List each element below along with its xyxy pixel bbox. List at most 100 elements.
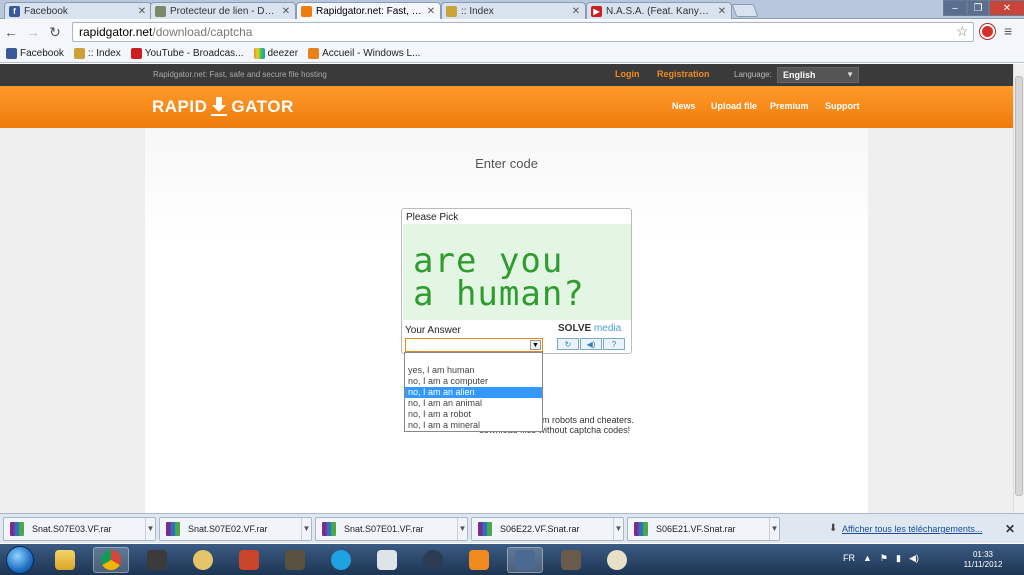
chevron-down-icon[interactable]: ▼ bbox=[613, 518, 623, 540]
clock[interactable]: 01:33 11/11/2012 bbox=[958, 550, 1008, 570]
chevron-down-icon[interactable]: ▼ bbox=[145, 518, 155, 540]
captcha-widget: Please Pick are you a human? Your Answer… bbox=[401, 208, 632, 354]
maximize-icon[interactable]: ❐ bbox=[967, 0, 989, 16]
site-header: RAPID GATOR News Upload file Premium Sup… bbox=[0, 86, 1013, 128]
registration-link[interactable]: Registration bbox=[657, 69, 710, 79]
reload-icon[interactable]: ↻ bbox=[44, 21, 66, 43]
language-label: Language: bbox=[734, 70, 772, 79]
taskbar-game-3[interactable] bbox=[553, 547, 589, 573]
option-animal[interactable]: no, I am an animal bbox=[405, 398, 542, 409]
bookmark-windows-live[interactable]: Accueil - Windows L... bbox=[308, 47, 420, 59]
tab-protecteur[interactable]: Protecteur de lien - DL-Pr ✕ bbox=[150, 2, 296, 19]
adblock-icon[interactable] bbox=[980, 24, 995, 39]
bookmark-youtube[interactable]: YouTube - Broadcas... bbox=[130, 47, 244, 59]
address-bar[interactable]: rapidgator.net/download/captcha bbox=[72, 22, 974, 42]
download-item[interactable]: Snat.S07E01.VF.rar ▼ bbox=[315, 517, 468, 541]
close-window-icon[interactable]: ✕ bbox=[989, 0, 1024, 16]
flag-icon[interactable]: ⚑ bbox=[880, 553, 888, 564]
show-all-downloads-link[interactable]: Afficher tous les téléchargements... bbox=[842, 524, 982, 534]
tab-index[interactable]: :: Index ✕ bbox=[441, 2, 586, 19]
taskbar-skype[interactable] bbox=[323, 547, 359, 573]
captcha-line-2: a human? bbox=[413, 274, 585, 314]
download-arrow-icon: ⬇ bbox=[829, 523, 838, 534]
option-robot[interactable]: no, I am a robot bbox=[405, 409, 542, 420]
taskbar-briefcase[interactable] bbox=[231, 547, 267, 573]
tab-label: :: Index bbox=[461, 5, 494, 17]
close-tab-icon[interactable]: ✕ bbox=[571, 6, 581, 17]
taskbar-fallout[interactable] bbox=[185, 547, 221, 573]
facebook-icon: f bbox=[9, 5, 20, 17]
taskbar-app[interactable] bbox=[369, 547, 405, 573]
scrollbar-thumb[interactable] bbox=[1015, 76, 1023, 496]
volume-icon[interactable]: ◀) bbox=[909, 553, 919, 564]
captcha-controls: ↻ ◀) ? bbox=[557, 338, 625, 350]
close-tab-icon[interactable]: ✕ bbox=[426, 6, 436, 17]
taskbar-game[interactable] bbox=[139, 547, 175, 573]
site-tagline: Rapidgator.net: Fast, safe and secure fi… bbox=[153, 70, 327, 79]
option-alien[interactable]: no, I am an alien bbox=[405, 387, 542, 398]
download-item[interactable]: S06E21.VF.Snat.rar ▼ bbox=[627, 517, 780, 541]
start-button[interactable] bbox=[6, 546, 34, 574]
taskbar-window[interactable] bbox=[507, 547, 543, 573]
chevron-up-icon[interactable]: ▲ bbox=[863, 553, 872, 564]
new-tab-button[interactable] bbox=[731, 4, 759, 17]
network-icon[interactable]: ▮ bbox=[896, 553, 901, 564]
facebook-icon bbox=[6, 47, 17, 59]
nav-news[interactable]: News bbox=[672, 101, 696, 111]
bookmark-star-icon[interactable]: ☆ bbox=[956, 23, 969, 40]
chevron-down-icon[interactable]: ▼ bbox=[301, 518, 311, 540]
option-mineral[interactable]: no, I am a mineral bbox=[405, 420, 542, 431]
download-item[interactable]: S06E22.VF.Snat.rar ▼ bbox=[471, 517, 624, 541]
taskbar-game-2[interactable] bbox=[277, 547, 313, 573]
nav-upload-file[interactable]: Upload file bbox=[711, 101, 757, 111]
windows-taskbar: FR ▲ ⚑ ▮ ◀) 01:33 11/11/2012 bbox=[0, 544, 1024, 575]
close-tab-icon[interactable]: ✕ bbox=[137, 6, 147, 17]
solvemedia-logo: SOLVE media bbox=[558, 323, 622, 334]
close-tab-icon[interactable]: ✕ bbox=[281, 6, 291, 17]
option-human[interactable]: yes, I am human bbox=[405, 365, 542, 376]
partial-text: om robots and cheaters. bbox=[537, 415, 635, 425]
nav-support[interactable]: Support bbox=[825, 101, 860, 111]
tab-label: Rapidgator.net: Fast, safe bbox=[316, 5, 422, 17]
site-logo[interactable]: RAPID GATOR bbox=[152, 97, 294, 117]
language-indicator[interactable]: FR bbox=[843, 553, 855, 564]
tab-facebook[interactable]: f Facebook ✕ bbox=[4, 2, 152, 19]
bookmark-index[interactable]: :: Index bbox=[73, 47, 121, 59]
web-page: Rapidgator.net: Fast, safe and secure fi… bbox=[0, 64, 1013, 513]
download-arrow-icon bbox=[208, 97, 230, 117]
login-link[interactable]: Login bbox=[615, 69, 640, 79]
clock-date: 11/11/2012 bbox=[963, 560, 1003, 569]
rar-file-icon bbox=[322, 522, 336, 536]
minimize-icon[interactable]: – bbox=[943, 0, 967, 16]
forward-icon[interactable]: → bbox=[22, 21, 44, 43]
page-scrollbar[interactable] bbox=[1013, 64, 1024, 513]
chevron-down-icon[interactable]: ▼ bbox=[457, 518, 467, 540]
audio-icon[interactable]: ◀) bbox=[580, 338, 602, 350]
taskbar-explorer[interactable] bbox=[47, 547, 83, 573]
tab-youtube[interactable]: ▶ N.A.S.A. (Feat. Kanye Wes ✕ bbox=[586, 2, 732, 19]
back-icon[interactable]: ← bbox=[0, 21, 22, 43]
nav-premium[interactable]: Premium bbox=[770, 101, 809, 111]
help-icon[interactable]: ? bbox=[603, 338, 625, 350]
taskbar-paint[interactable] bbox=[599, 547, 635, 573]
tab-rapidgator[interactable]: Rapidgator.net: Fast, safe ✕ bbox=[296, 2, 441, 19]
download-item[interactable]: Snat.S07E03.VF.rar ▼ bbox=[3, 517, 156, 541]
briefcase-icon bbox=[239, 550, 259, 570]
taskbar-media-player[interactable] bbox=[461, 547, 497, 573]
refresh-icon[interactable]: ↻ bbox=[557, 338, 579, 350]
close-icon[interactable]: ✕ bbox=[1005, 522, 1015, 536]
menu-icon[interactable]: ≡ bbox=[1004, 23, 1012, 39]
answer-select[interactable]: ▼ bbox=[405, 338, 543, 352]
language-select[interactable]: English ▼ bbox=[777, 67, 859, 83]
chevron-down-icon[interactable]: ▼ bbox=[530, 340, 541, 350]
taskbar-chrome[interactable] bbox=[93, 547, 129, 573]
close-tab-icon[interactable]: ✕ bbox=[717, 6, 727, 17]
bookmark-facebook[interactable]: Facebook bbox=[6, 47, 64, 59]
option-computer[interactable]: no, I am a computer bbox=[405, 376, 542, 387]
chevron-down-icon[interactable]: ▼ bbox=[769, 518, 779, 540]
download-item[interactable]: Snat.S07E02.VF.rar ▼ bbox=[159, 517, 312, 541]
taskbar-steam[interactable] bbox=[415, 547, 451, 573]
bookmark-deezer[interactable]: deezer bbox=[253, 47, 298, 59]
download-shelf: Snat.S07E03.VF.rar ▼ Snat.S07E02.VF.rar ▼ … bbox=[0, 513, 1024, 543]
window-controls: – ❐ ✕ bbox=[943, 0, 1024, 16]
